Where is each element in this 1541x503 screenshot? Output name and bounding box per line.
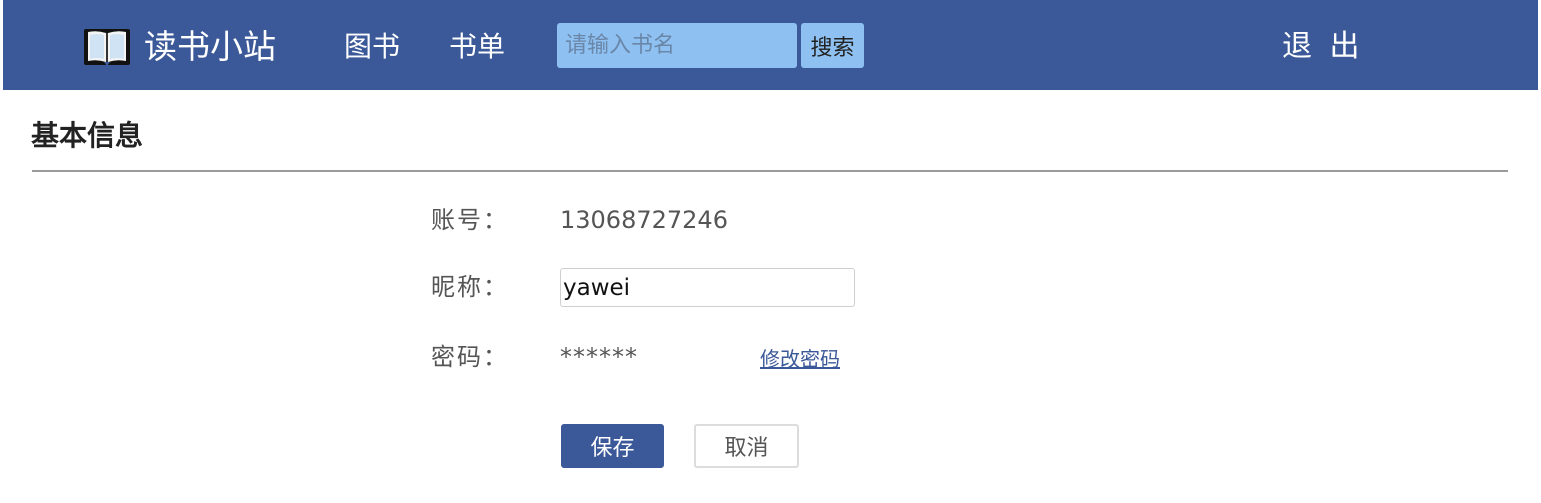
nickname-input[interactable] xyxy=(560,268,855,307)
logout-link[interactable]: 退 出 xyxy=(1282,24,1364,70)
account-label: 账号： xyxy=(431,206,509,234)
search-button[interactable]: 搜索 xyxy=(801,23,864,68)
search-input[interactable] xyxy=(557,23,797,68)
divider xyxy=(32,170,1508,172)
brand-title: 读书小站 xyxy=(144,27,276,66)
nav-link-books[interactable]: 图书 xyxy=(344,24,400,70)
change-password-link[interactable]: 修改密码 xyxy=(760,343,840,375)
nickname-label: 昵称： xyxy=(431,273,509,301)
nav-link-booklists[interactable]: 书单 xyxy=(449,24,505,70)
account-value: 13068727246 xyxy=(560,206,728,234)
save-button[interactable]: 保存 xyxy=(561,424,664,468)
cancel-button[interactable]: 取消 xyxy=(694,424,799,468)
open-book-icon xyxy=(82,26,132,68)
password-masked-value: ****** xyxy=(560,343,638,371)
top-navbar: 读书小站 图书 书单 搜索 退 出 xyxy=(3,0,1538,90)
brand[interactable]: 读书小站 xyxy=(82,24,276,70)
page-title: 基本信息 xyxy=(31,119,144,152)
password-label: 密码： xyxy=(431,343,509,371)
